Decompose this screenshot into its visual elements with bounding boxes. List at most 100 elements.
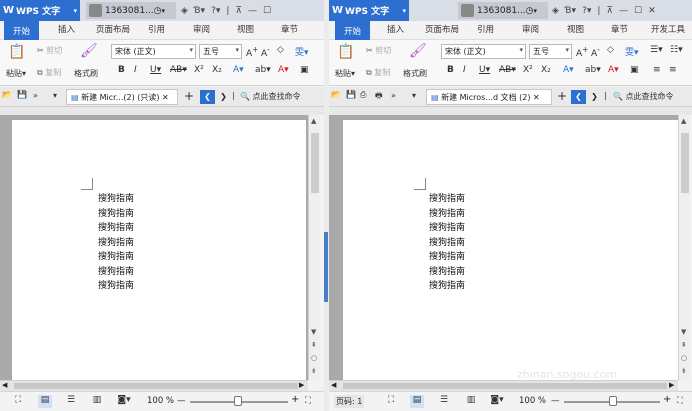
char-shading-icon[interactable]: ▣: [300, 65, 309, 75]
print-preview-icon[interactable]: ⎙: [360, 90, 366, 100]
zoom-slider-knob[interactable]: [234, 396, 242, 406]
copy-button[interactable]: ⧉ 复制: [366, 67, 390, 78]
close-icon[interactable]: ✕: [162, 93, 169, 102]
tab-insert[interactable]: 插入: [58, 23, 75, 35]
document-tab[interactable]: ▤ 新建 Micros...d 文档 (2) ✕: [426, 89, 552, 105]
vertical-scrollbar[interactable]: ▲ ▼ ⇞ ○ ⇟: [308, 115, 320, 380]
tab-insert[interactable]: 插入: [387, 23, 404, 35]
skin-icon[interactable]: ◈: [181, 6, 188, 16]
command-search[interactable]: 🔍 点此查找命令: [240, 91, 301, 102]
fullscreen-icon[interactable]: ⛶: [11, 395, 25, 408]
font-size-select[interactable]: 五号: [529, 44, 572, 59]
clear-format-icon[interactable]: ◇: [607, 45, 614, 55]
text-effect-icon[interactable]: A▾: [233, 65, 244, 75]
new-tab-icon[interactable]: +: [557, 89, 567, 103]
zoom-in-icon[interactable]: +: [663, 394, 671, 405]
user-account[interactable]: 1363081... ◷ ▾: [86, 2, 176, 19]
scroll-thumb[interactable]: [343, 383, 667, 389]
prev-page-icon[interactable]: ⇞: [311, 341, 317, 349]
shrink-font-icon[interactable]: A-: [261, 45, 270, 59]
zoom-in-icon[interactable]: +: [291, 394, 299, 405]
brush-icon[interactable]: 🖌: [80, 43, 98, 59]
outline-view-icon[interactable]: ☰: [64, 395, 78, 408]
new-tab-icon[interactable]: +: [184, 89, 194, 103]
font-size-select[interactable]: 五号: [199, 44, 242, 59]
close-icon[interactable]: ✕: [533, 93, 540, 102]
document-page[interactable]: 搜狗指南 搜狗指南 搜狗指南 搜狗指南 搜狗指南 搜狗指南 搜狗指南: [12, 120, 306, 380]
page-view-icon[interactable]: ▤: [38, 395, 52, 408]
paste-icon[interactable]: 📋: [337, 44, 354, 60]
more-icon[interactable]: »: [391, 91, 396, 100]
grow-font-icon[interactable]: A+: [246, 45, 258, 59]
shrink-font-icon[interactable]: A-: [591, 45, 600, 59]
share-icon[interactable]: Ɓ▾: [194, 6, 205, 16]
tab-scroll-left-button[interactable]: ❮: [571, 90, 586, 104]
italic-icon[interactable]: I: [463, 65, 466, 75]
select-browse-icon[interactable]: ○: [311, 354, 317, 362]
command-search[interactable]: 🔍 点此查找命令: [613, 91, 674, 102]
save-icon[interactable]: 💾: [346, 90, 356, 99]
tab-page-layout[interactable]: 页面布局: [425, 23, 459, 35]
tab-review[interactable]: 审阅: [193, 23, 210, 35]
zoom-out-icon[interactable]: —: [551, 396, 560, 406]
close-icon[interactable]: ✕: [648, 6, 656, 16]
tab-developer-tools[interactable]: 开发工具: [651, 23, 685, 35]
align-center-icon[interactable]: ≡: [669, 65, 677, 75]
format-painter-button[interactable]: 格式刷: [403, 68, 427, 79]
subscript-icon[interactable]: X₂: [541, 65, 551, 75]
scroll-left-icon[interactable]: ◀: [2, 381, 7, 389]
document-text[interactable]: 搜狗指南 搜狗指南 搜狗指南 搜狗指南 搜狗指南 搜狗指南 搜狗指南: [429, 192, 465, 294]
scroll-right-icon[interactable]: ▶: [299, 381, 304, 389]
tab-chapter[interactable]: 章节: [281, 23, 298, 35]
more-icon[interactable]: »: [33, 91, 38, 100]
cut-button[interactable]: ✂ 剪切: [366, 45, 391, 56]
char-shading-icon[interactable]: ▣: [630, 65, 639, 75]
fit-window-icon[interactable]: ⛶: [677, 396, 683, 406]
align-left-icon[interactable]: ≡: [653, 65, 661, 75]
chevron-down-icon[interactable]: ▾: [412, 91, 416, 100]
zoom-slider-knob[interactable]: [609, 396, 617, 406]
tab-scroll-right-button[interactable]: ❯: [216, 90, 231, 104]
document-tab[interactable]: ▤ 新建 Micr...(2) (只读) ✕: [66, 89, 178, 105]
fullscreen-icon[interactable]: ⛶: [384, 395, 398, 408]
print-icon[interactable]: 🖶: [375, 90, 383, 104]
bold-icon[interactable]: B: [118, 65, 125, 75]
scroll-down-icon[interactable]: ▼: [681, 328, 686, 336]
tab-references[interactable]: 引用: [148, 23, 165, 35]
minimize-icon[interactable]: —: [248, 6, 257, 16]
web-view-icon[interactable]: ▥: [464, 395, 478, 408]
scroll-left-icon[interactable]: ◀: [331, 381, 336, 389]
superscript-icon[interactable]: X²: [194, 65, 204, 75]
horizontal-scrollbar[interactable]: ◀ ▶: [329, 380, 678, 391]
strikethrough-icon[interactable]: AB▾: [499, 65, 516, 75]
pin-icon[interactable]: ⊼: [235, 6, 242, 16]
help-icon[interactable]: ?▾: [582, 6, 591, 16]
scroll-up-icon[interactable]: ▲: [681, 117, 686, 125]
highlight-icon[interactable]: ab▾: [255, 65, 271, 75]
tab-page-layout[interactable]: 页面布局: [96, 23, 130, 35]
horizontal-scrollbar[interactable]: ◀ ▶: [0, 380, 308, 391]
vertical-scrollbar[interactable]: ▲ ▼ ⇞ ○ ⇟: [678, 115, 690, 380]
prev-page-icon[interactable]: ⇞: [681, 341, 687, 349]
text-effect-icon[interactable]: A▾: [563, 65, 574, 75]
superscript-icon[interactable]: X²: [523, 65, 533, 75]
wps-menu-button[interactable]: W WPS 文字 ▾: [0, 0, 80, 21]
subscript-icon[interactable]: X₂: [212, 65, 222, 75]
scroll-down-icon[interactable]: ▼: [311, 328, 316, 336]
tab-view[interactable]: 视图: [567, 23, 584, 35]
numbering-icon[interactable]: ☷▾: [670, 45, 683, 55]
format-painter-button[interactable]: 格式刷: [74, 68, 98, 79]
phonetic-icon[interactable]: 雯▾: [295, 45, 309, 58]
scroll-right-icon[interactable]: ▶: [669, 381, 674, 389]
grow-font-icon[interactable]: A+: [576, 45, 588, 59]
fit-window-icon[interactable]: ⛶: [305, 396, 311, 406]
font-name-select[interactable]: 宋体 (正文): [111, 44, 196, 59]
save-icon[interactable]: 💾: [17, 90, 27, 99]
tab-chapter[interactable]: 章节: [611, 23, 628, 35]
highlight-icon[interactable]: ab▾: [585, 65, 601, 75]
tab-references[interactable]: 引用: [477, 23, 494, 35]
underline-icon[interactable]: U▾: [479, 65, 490, 75]
paste-icon[interactable]: 📋: [8, 44, 25, 60]
page-number[interactable]: 页码: 1: [334, 395, 365, 408]
scroll-thumb[interactable]: [311, 133, 319, 193]
